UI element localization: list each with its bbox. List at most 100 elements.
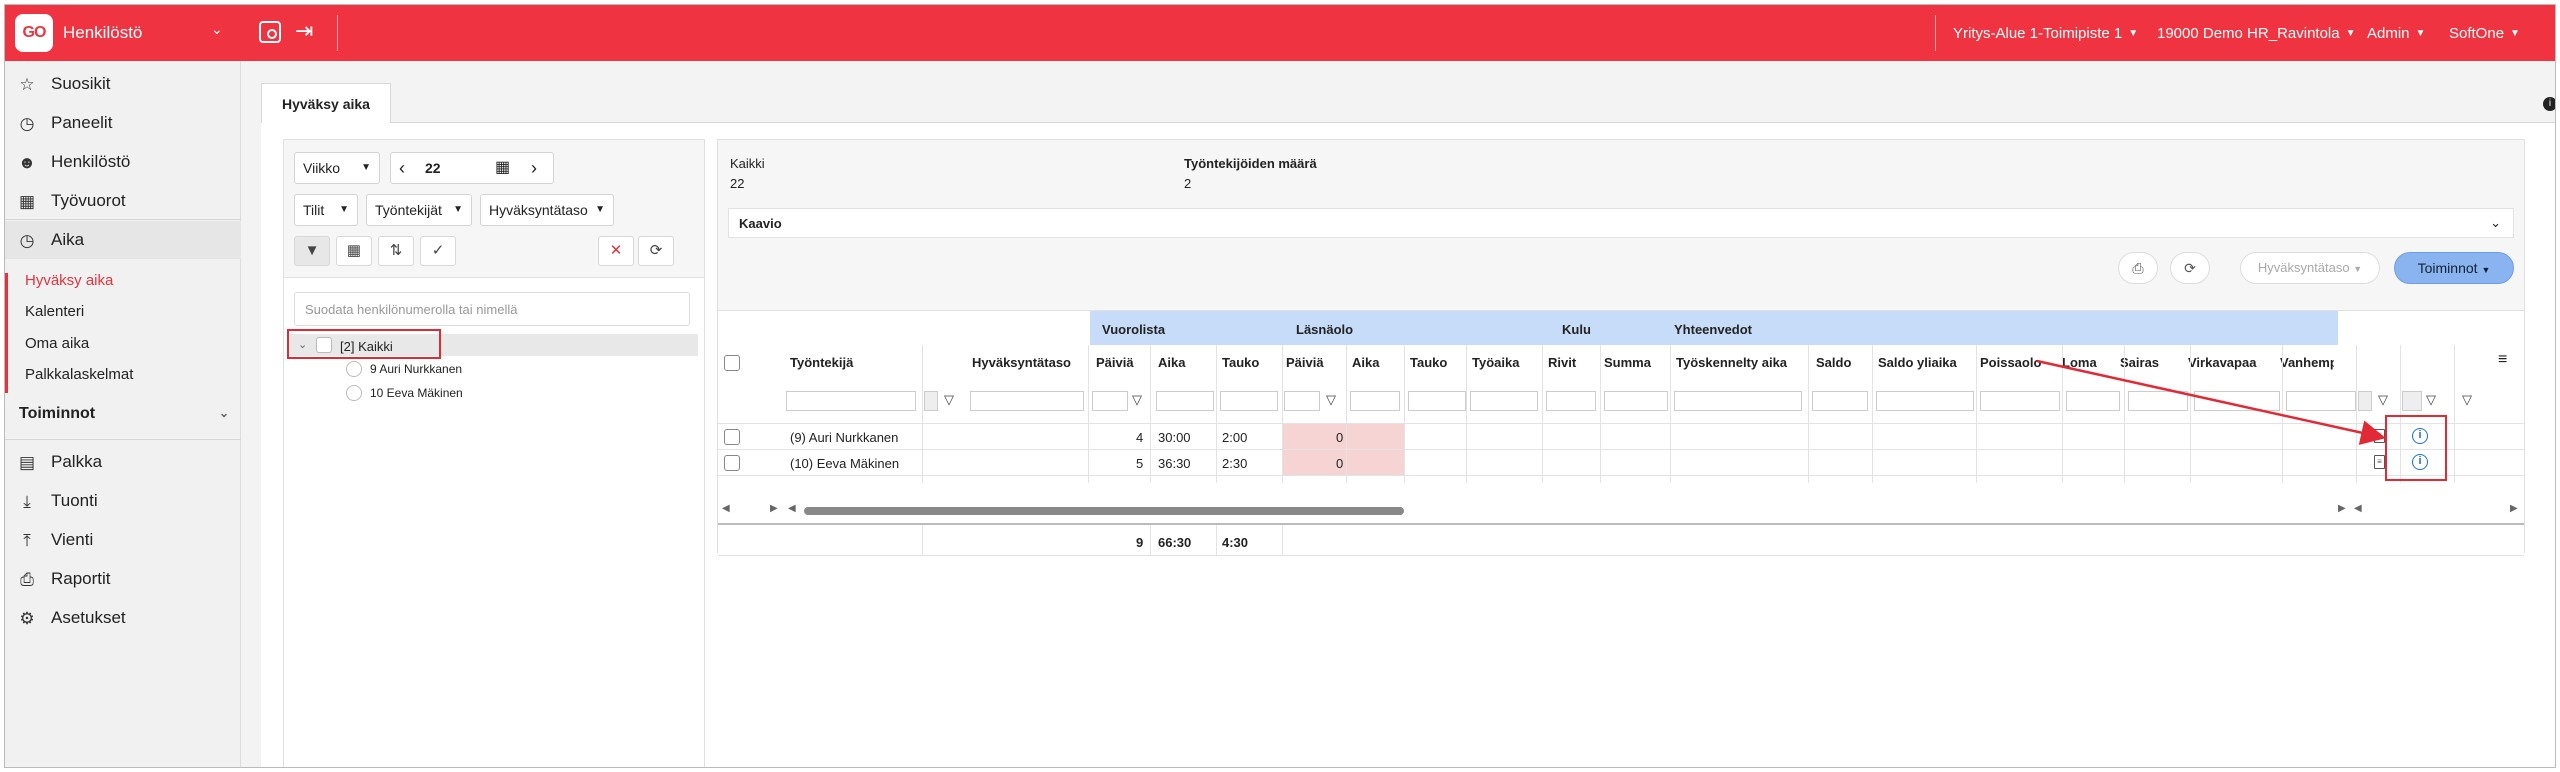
company-menu[interactable]: Yritys-Alue 1-Toimipiste 1 ▼	[1953, 25, 2138, 42]
column-header[interactable]: Loma	[2062, 355, 2097, 370]
filter-input[interactable]	[1674, 391, 1802, 411]
sidebar-item-vienti[interactable]: ⤒ Vienti	[5, 521, 241, 559]
filter-input[interactable]	[1220, 391, 1278, 411]
column-header[interactable]: Päiviä	[1096, 355, 1134, 370]
printer-icon[interactable]: ⎙	[2118, 252, 2158, 284]
document-icon[interactable]: ≡	[2374, 429, 2385, 443]
info-icon[interactable]: i	[2543, 97, 2555, 111]
app-logo[interactable]: GO	[15, 14, 53, 52]
filter-icon[interactable]: ▽	[1326, 392, 1336, 408]
filter-input[interactable]	[924, 391, 938, 411]
clear-filter-icon[interactable]: ✕	[598, 236, 634, 266]
filter-icon[interactable]: ▽	[2378, 392, 2388, 408]
filter-input[interactable]	[1980, 391, 2060, 411]
horizontal-scrollbar[interactable]: ◀ ▶ ◀ ▶ ◀ ▶	[718, 501, 2524, 519]
scroll-left-icon[interactable]: ◀	[2354, 503, 2362, 514]
sidebar-item-suosikit[interactable]: ☆ Suosikit	[5, 65, 241, 103]
column-header[interactable]: Poissaolo	[1980, 355, 2041, 370]
filter-icon[interactable]: ▽	[2462, 392, 2472, 408]
filter-input[interactable]	[2402, 391, 2422, 411]
refresh-icon[interactable]: ⟳	[2170, 252, 2210, 284]
functions-button[interactable]: Toiminnot ▼	[2394, 252, 2514, 284]
filter-input[interactable]	[1408, 391, 1466, 411]
column-header[interactable]: Rivit	[1548, 355, 1576, 370]
scroll-thumb[interactable]	[804, 507, 1404, 515]
column-header[interactable]: Tauko	[1222, 355, 1259, 370]
brand-menu[interactable]: SoftOne ▼	[2449, 25, 2520, 42]
sidebar-item-paneelit[interactable]: ◷ Paneelit	[5, 104, 241, 142]
document-icon[interactable]: ≡	[2374, 455, 2385, 469]
sidebar-item-aika[interactable]: ◷ Aika	[5, 221, 241, 259]
chevron-right-icon[interactable]: ›	[531, 153, 537, 183]
period-select[interactable]: Viikko ▼	[294, 152, 380, 184]
help-lifebuoy-icon[interactable]	[259, 21, 281, 43]
filter-input[interactable]	[1546, 391, 1596, 411]
column-header[interactable]: Saldo	[1816, 355, 1851, 370]
sidebar-item-tyovuorot[interactable]: ▦ Työvuorot	[5, 182, 241, 220]
filter-input[interactable]	[2358, 391, 2372, 411]
logout-icon[interactable]: ⇥	[295, 18, 313, 44]
table-icon[interactable]: ▦	[336, 236, 372, 266]
row-checkbox[interactable]	[724, 429, 740, 445]
sidebar-item-henkilosto[interactable]: ☻ Henkilöstö	[5, 143, 241, 181]
filter-input[interactable]	[1156, 391, 1214, 411]
column-header[interactable]: Työntekijä	[790, 355, 853, 370]
employee-search-input[interactable]: Suodata henkilönumerolla tai nimellä	[294, 292, 690, 326]
sidebar-subitem-oma-aika[interactable]: Oma aika	[25, 335, 89, 352]
filter-input[interactable]	[1876, 391, 1974, 411]
sidebar-subitem-hyvaksy-aika[interactable]: Hyväksy aika	[25, 272, 113, 289]
scroll-left-icon[interactable]: ◀	[722, 503, 730, 514]
column-header[interactable]: Summa	[1604, 355, 1651, 370]
calendar-icon[interactable]: ▦	[495, 153, 510, 183]
filter-input[interactable]	[1092, 391, 1128, 411]
tree-item-radio[interactable]	[346, 385, 362, 401]
column-header[interactable]: Sairas	[2120, 355, 2159, 370]
sidebar-item-raportit[interactable]: ⎙ Raportit	[5, 560, 241, 598]
filter-input[interactable]	[2066, 391, 2120, 411]
column-header[interactable]: Päiviä	[1286, 355, 1324, 370]
tree-item-employee[interactable]: 9 Auri Nurkkanen	[370, 362, 462, 376]
filter-icon[interactable]: ▽	[944, 392, 954, 408]
scroll-right-icon[interactable]: ▶	[770, 503, 778, 514]
select-all-checkbox[interactable]	[724, 355, 740, 371]
employee-cell[interactable]: (9) Auri Nurkkanen	[790, 430, 898, 445]
chevron-left-icon[interactable]: ‹	[399, 153, 405, 183]
sidebar-subitem-kalenteri[interactable]: Kalenteri	[25, 303, 84, 320]
chevron-down-icon[interactable]: ⌄	[211, 21, 223, 38]
environment-menu[interactable]: 19000 Demo HR_Ravintola ▼	[2157, 25, 2356, 42]
tree-item-employee[interactable]: 10 Eeva Mäkinen	[370, 386, 463, 400]
filter-input[interactable]	[2286, 391, 2356, 411]
sidebar-subitem-palkkalaskelmat[interactable]: Palkkalaskelmat	[25, 366, 133, 383]
filter-input[interactable]	[2128, 391, 2188, 411]
sidebar-item-asetukset[interactable]: ⚙ Asetukset	[5, 599, 241, 637]
app-title[interactable]: Henkilöstö	[63, 23, 142, 43]
filter-input[interactable]	[970, 391, 1084, 411]
row-checkbox[interactable]	[724, 455, 740, 471]
column-menu-icon[interactable]: ≡	[2498, 351, 2507, 369]
column-header[interactable]: Työaika	[1472, 355, 1519, 370]
employees-select[interactable]: Työntekijät ▼	[366, 194, 472, 226]
column-header[interactable]: Työskennelty aika	[1676, 355, 1787, 370]
scroll-right-icon[interactable]: ▶	[2338, 503, 2346, 514]
filter-input[interactable]	[1284, 391, 1320, 411]
scroll-left-icon[interactable]: ◀	[788, 503, 796, 514]
employee-cell[interactable]: (10) Eeva Mäkinen	[790, 456, 899, 471]
column-header[interactable]: Vanhempainv	[2280, 355, 2334, 370]
user-menu[interactable]: Admin ▼	[2367, 25, 2425, 42]
approval-level-button[interactable]: Hyväksyntätaso ▼	[2240, 252, 2380, 284]
filter-input[interactable]	[2194, 391, 2280, 411]
refresh-icon[interactable]: ⟳	[638, 236, 674, 266]
sidebar-item-palkka[interactable]: ▤ Palkka	[5, 443, 241, 481]
filter-input[interactable]	[1604, 391, 1668, 411]
filter-input[interactable]	[1350, 391, 1400, 411]
column-header[interactable]: Saldo yliaika	[1878, 355, 1957, 370]
tree-item-radio[interactable]	[346, 361, 362, 377]
accounts-select[interactable]: Tilit ▼	[294, 194, 358, 226]
column-header[interactable]: Hyväksyntätaso	[972, 355, 1071, 370]
filter-icon[interactable]: ▼	[294, 236, 330, 266]
sidebar-item-tuonti[interactable]: ⤓ Tuonti	[5, 482, 241, 520]
scroll-right-icon[interactable]: ▶	[2510, 503, 2518, 514]
column-header[interactable]: Aika	[1352, 355, 1379, 370]
chart-accordion[interactable]: Kaavio ⌄	[728, 208, 2514, 238]
filter-input[interactable]	[1812, 391, 1868, 411]
